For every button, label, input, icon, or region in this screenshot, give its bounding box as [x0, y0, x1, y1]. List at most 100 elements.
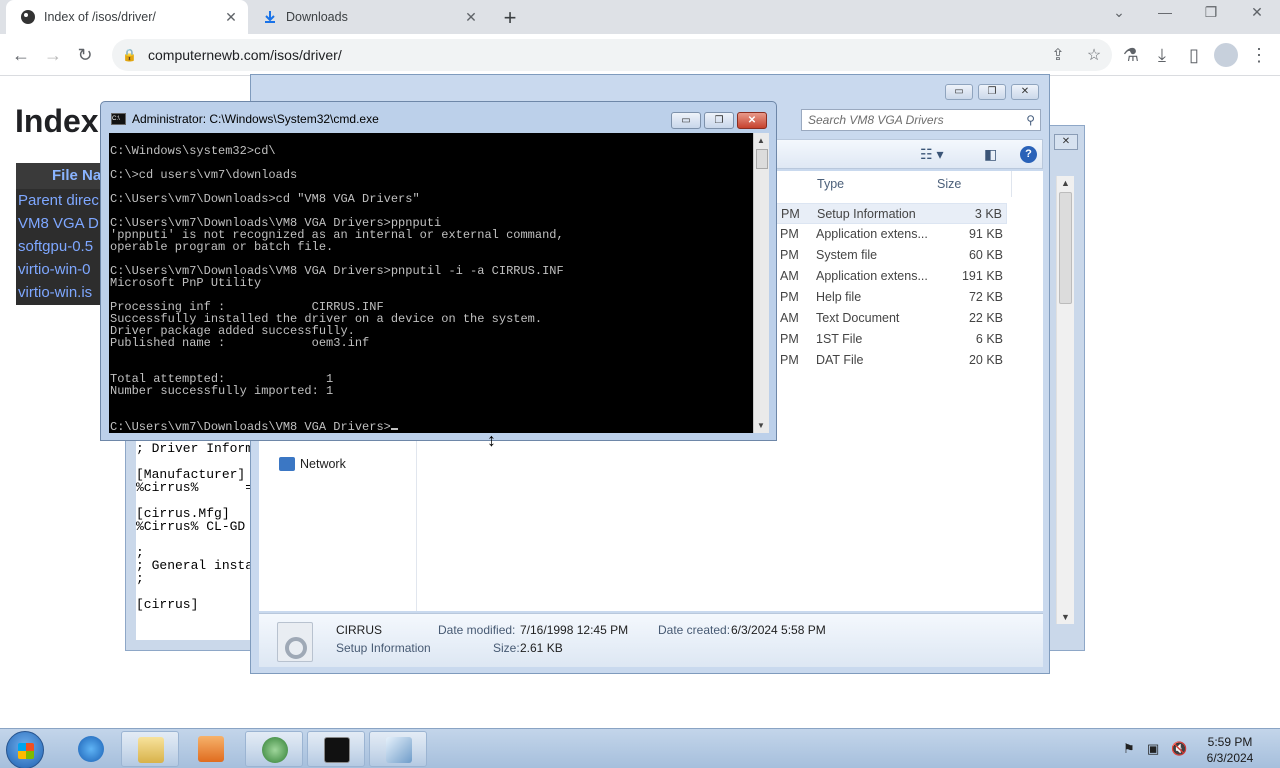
- browser-toolbar: ← → ↻ 🔒 computernewb.com/isos/driver/ ⇪ …: [0, 34, 1280, 76]
- restore-icon[interactable]: ❐: [1196, 4, 1226, 21]
- globe-icon: [262, 737, 288, 763]
- back-icon[interactable]: ←: [8, 42, 34, 68]
- view-options-icon[interactable]: ☷ ▾: [920, 146, 943, 163]
- search-icon: ⚲: [1026, 113, 1035, 127]
- volume-muted-icon[interactable]: 🔇: [1171, 741, 1187, 757]
- page-title: Index: [15, 103, 99, 139]
- preview-pane-icon[interactable]: ◧: [984, 146, 997, 163]
- minimize-icon[interactable]: ▭: [671, 112, 701, 129]
- menu-kebab-icon[interactable]: ⋮: [1246, 42, 1272, 68]
- cmd-window[interactable]: C:\ Administrator: C:\Windows\System32\c…: [100, 101, 777, 441]
- cmd-icon: C:\: [111, 113, 126, 125]
- lock-icon: 🔒: [122, 48, 137, 62]
- taskbar-chrome[interactable]: [245, 731, 303, 767]
- cmd-scrollbar[interactable]: ▲ ▼: [753, 133, 769, 433]
- taskbar-explorer[interactable]: [121, 731, 179, 767]
- scrollbar-thumb[interactable]: [1059, 192, 1072, 304]
- internet-explorer-icon: [78, 736, 104, 762]
- new-tab-button[interactable]: +: [498, 5, 522, 31]
- tab-close-icon[interactable]: ✕: [220, 9, 242, 26]
- reload-icon[interactable]: ↻: [72, 42, 98, 68]
- taskbar-cmd[interactable]: [307, 731, 365, 767]
- side-panel-icon[interactable]: ▯: [1181, 42, 1207, 68]
- console-text: C:\Windows\system32>cd\ C:\>cd users\vm7…: [110, 144, 564, 433]
- close-icon[interactable]: ✕: [1242, 4, 1272, 21]
- help-icon[interactable]: ?: [1020, 146, 1037, 163]
- minimize-icon[interactable]: ▭: [945, 84, 973, 100]
- cmd-icon: [324, 737, 350, 763]
- table-row[interactable]: PM 1ST File 6 KB: [775, 329, 1007, 350]
- column-divider[interactable]: [1011, 171, 1012, 197]
- url-text: computernewb.com/isos/driver/: [148, 47, 342, 63]
- details-pane: CIRRUS Setup Information Date modified: …: [259, 613, 1043, 667]
- downloads-icon[interactable]: ⤓: [1149, 42, 1175, 68]
- system-clock[interactable]: 5:59 PM 6/3/2024: [1198, 734, 1262, 766]
- network-tray-icon[interactable]: ▣: [1147, 741, 1159, 757]
- media-player-icon: [198, 736, 224, 762]
- clock-time: 5:59 PM: [1207, 735, 1253, 749]
- date-modified-value: 7/16/1998 12:45 PM: [520, 623, 629, 637]
- profile-avatar[interactable]: [1214, 43, 1238, 67]
- scroll-down-icon[interactable]: ▼: [1061, 612, 1070, 622]
- network-icon: [279, 457, 295, 471]
- device-icon: [386, 737, 412, 763]
- close-icon[interactable]: ✕: [1011, 84, 1039, 100]
- date-created-value: 6/3/2024 5:58 PM: [731, 623, 826, 637]
- size-value: 2.61 KB: [520, 641, 563, 655]
- tab-title: Index of /isos/driver/: [44, 10, 156, 24]
- windows-logo-icon: [18, 743, 34, 759]
- date-created-label: Date created:: [658, 623, 731, 637]
- table-row[interactable]: AM Application extens... 191 KB: [775, 266, 1007, 287]
- action-center-flag-icon[interactable]: ⚑: [1123, 741, 1135, 757]
- tab-index-isos-driver[interactable]: Index of /isos/driver/ ✕: [6, 0, 248, 34]
- maximize-icon[interactable]: ❐: [704, 112, 734, 129]
- file-name: CIRRUS: [336, 623, 383, 637]
- scroll-down-icon[interactable]: ▼: [757, 421, 765, 430]
- clock-date: 6/3/2024: [1206, 751, 1254, 765]
- forward-icon[interactable]: →: [40, 42, 66, 68]
- table-row[interactable]: PM Application extens... 91 KB: [775, 224, 1007, 245]
- extension-icon[interactable]: ⚗: [1118, 42, 1144, 68]
- maximize-icon[interactable]: ❐: [978, 84, 1006, 100]
- download-icon: [262, 9, 278, 25]
- file-kind: Setup Information: [336, 641, 431, 655]
- resize-cursor-icon: ↕: [487, 430, 496, 450]
- close-icon[interactable]: ✕: [1054, 134, 1078, 150]
- table-row[interactable]: PM System file 60 KB: [775, 245, 1007, 266]
- taskbar-internet-explorer[interactable]: [62, 731, 120, 767]
- tab-close-icon[interactable]: ✕: [460, 9, 482, 26]
- column-header-size[interactable]: Size: [937, 177, 961, 191]
- scroll-up-icon[interactable]: ▲: [757, 136, 765, 145]
- column-header-type[interactable]: Type: [817, 177, 844, 191]
- taskbar-device-manager[interactable]: [369, 731, 427, 767]
- cmd-title-bar[interactable]: C:\ Administrator: C:\Windows\System32\c…: [111, 112, 379, 126]
- text-cursor: [390, 428, 398, 430]
- bookmark-star-icon[interactable]: ☆: [1076, 45, 1112, 65]
- share-icon[interactable]: ⇪: [1040, 45, 1076, 65]
- tab-downloads[interactable]: Downloads ✕: [250, 0, 488, 34]
- close-icon[interactable]: ✕: [737, 112, 767, 129]
- setup-file-icon: [277, 622, 313, 662]
- table-row[interactable]: PM Help file 72 KB: [775, 287, 1007, 308]
- nav-item-label: Network: [300, 457, 346, 471]
- start-button[interactable]: [6, 731, 44, 768]
- minimize-icon[interactable]: —: [1150, 4, 1180, 20]
- tab-search-icon[interactable]: ⌄: [1104, 4, 1134, 21]
- taskbar: ⚑ ▣ 🔇 5:59 PM 6/3/2024: [0, 728, 1280, 768]
- date-modified-label: Date modified:: [438, 623, 516, 637]
- table-row[interactable]: AM Text Document 22 KB: [775, 308, 1007, 329]
- scroll-up-icon[interactable]: ▲: [1061, 178, 1070, 188]
- tab-title: Downloads: [286, 10, 348, 24]
- table-row[interactable]: PM Setup Information 3 KB: [775, 203, 1007, 224]
- taskbar-media-player[interactable]: [182, 731, 240, 767]
- nav-item-network[interactable]: Network: [279, 457, 346, 471]
- address-bar[interactable]: 🔒 computernewb.com/isos/driver/ ⇪ ☆: [112, 39, 1112, 71]
- tab-strip: Index of /isos/driver/ ✕ Downloads ✕ + ⌄…: [0, 0, 1280, 34]
- console-output[interactable]: C:\Windows\system32>cd\ C:\>cd users\vm7…: [109, 133, 753, 433]
- table-row[interactable]: PM DAT File 20 KB: [775, 350, 1007, 371]
- search-input[interactable]: Search VM8 VGA Drivers ⚲: [801, 109, 1041, 131]
- scrollbar-thumb[interactable]: [756, 149, 768, 169]
- explorer-scrollbar[interactable]: ▲ ▼: [1056, 176, 1074, 624]
- cmd-title: Administrator: C:\Windows\System32\cmd.e…: [132, 112, 379, 126]
- search-placeholder: Search VM8 VGA Drivers: [808, 113, 944, 127]
